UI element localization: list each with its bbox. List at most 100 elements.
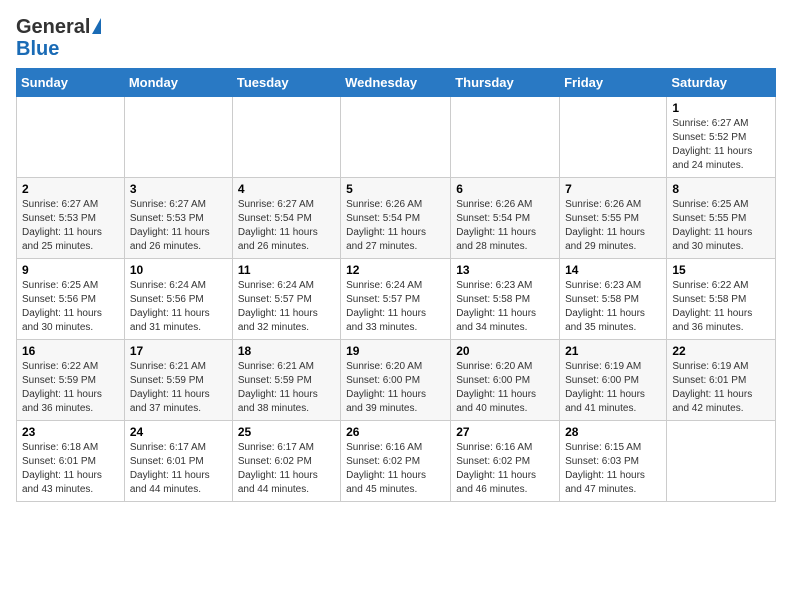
week-row-5: 23 Sunrise: 6:18 AM Sunset: 6:01 PM Dayli… <box>17 421 776 502</box>
day-info: Sunrise: 6:22 AM Sunset: 5:59 PM Dayligh… <box>22 360 119 416</box>
calendar-cell: 14 Sunrise: 6:23 AM Sunset: 5:58 PM Dayli… <box>560 259 667 340</box>
calendar-cell: 3 Sunrise: 6:27 AM Sunset: 5:53 PM Daylig… <box>124 178 232 259</box>
calendar-cell: 22 Sunrise: 6:19 AM Sunset: 6:01 PM Dayli… <box>667 340 776 421</box>
day-number: 5 <box>346 182 445 196</box>
day-number: 1 <box>672 101 770 115</box>
day-number: 28 <box>565 425 661 439</box>
day-info: Sunrise: 6:27 AM Sunset: 5:54 PM Dayligh… <box>238 198 335 254</box>
day-info: Sunrise: 6:21 AM Sunset: 5:59 PM Dayligh… <box>238 360 335 416</box>
calendar-cell: 20 Sunrise: 6:20 AM Sunset: 6:00 PM Dayli… <box>451 340 560 421</box>
calendar-cell: 7 Sunrise: 6:26 AM Sunset: 5:55 PM Daylig… <box>560 178 667 259</box>
day-info: Sunrise: 6:25 AM Sunset: 5:55 PM Dayligh… <box>672 198 770 254</box>
calendar-cell: 17 Sunrise: 6:21 AM Sunset: 5:59 PM Dayli… <box>124 340 232 421</box>
day-number: 14 <box>565 263 661 277</box>
header-monday: Monday <box>124 69 232 97</box>
calendar-cell: 24 Sunrise: 6:17 AM Sunset: 6:01 PM Dayli… <box>124 421 232 502</box>
day-number: 9 <box>22 263 119 277</box>
day-info: Sunrise: 6:20 AM Sunset: 6:00 PM Dayligh… <box>456 360 554 416</box>
calendar-cell: 26 Sunrise: 6:16 AM Sunset: 6:02 PM Dayli… <box>341 421 451 502</box>
calendar-cell: 21 Sunrise: 6:19 AM Sunset: 6:00 PM Dayli… <box>560 340 667 421</box>
calendar-cell: 11 Sunrise: 6:24 AM Sunset: 5:57 PM Dayli… <box>232 259 340 340</box>
day-info: Sunrise: 6:27 AM Sunset: 5:53 PM Dayligh… <box>130 198 227 254</box>
day-info: Sunrise: 6:19 AM Sunset: 6:00 PM Dayligh… <box>565 360 661 416</box>
day-info: Sunrise: 6:26 AM Sunset: 5:54 PM Dayligh… <box>346 198 445 254</box>
header-wednesday: Wednesday <box>341 69 451 97</box>
day-number: 12 <box>346 263 445 277</box>
day-info: Sunrise: 6:25 AM Sunset: 5:56 PM Dayligh… <box>22 279 119 335</box>
week-row-2: 2 Sunrise: 6:27 AM Sunset: 5:53 PM Daylig… <box>17 178 776 259</box>
day-info: Sunrise: 6:23 AM Sunset: 5:58 PM Dayligh… <box>456 279 554 335</box>
calendar-cell: 9 Sunrise: 6:25 AM Sunset: 5:56 PM Daylig… <box>17 259 125 340</box>
day-number: 17 <box>130 344 227 358</box>
calendar-cell <box>17 97 125 178</box>
day-info: Sunrise: 6:16 AM Sunset: 6:02 PM Dayligh… <box>456 441 554 497</box>
calendar-cell: 13 Sunrise: 6:23 AM Sunset: 5:58 PM Dayli… <box>451 259 560 340</box>
day-info: Sunrise: 6:17 AM Sunset: 6:01 PM Dayligh… <box>130 441 227 497</box>
day-number: 19 <box>346 344 445 358</box>
calendar-cell: 18 Sunrise: 6:21 AM Sunset: 5:59 PM Dayli… <box>232 340 340 421</box>
header-tuesday: Tuesday <box>232 69 340 97</box>
header-thursday: Thursday <box>451 69 560 97</box>
calendar-cell <box>451 97 560 178</box>
day-info: Sunrise: 6:24 AM Sunset: 5:57 PM Dayligh… <box>346 279 445 335</box>
day-info: Sunrise: 6:27 AM Sunset: 5:52 PM Dayligh… <box>672 117 770 173</box>
day-number: 24 <box>130 425 227 439</box>
logo-blue: Blue <box>16 38 59 60</box>
calendar-cell: 16 Sunrise: 6:22 AM Sunset: 5:59 PM Dayli… <box>17 340 125 421</box>
day-info: Sunrise: 6:26 AM Sunset: 5:54 PM Dayligh… <box>456 198 554 254</box>
day-number: 7 <box>565 182 661 196</box>
day-info: Sunrise: 6:18 AM Sunset: 6:01 PM Dayligh… <box>22 441 119 497</box>
day-number: 3 <box>130 182 227 196</box>
day-info: Sunrise: 6:23 AM Sunset: 5:58 PM Dayligh… <box>565 279 661 335</box>
calendar-cell <box>667 421 776 502</box>
day-number: 18 <box>238 344 335 358</box>
calendar-cell: 1 Sunrise: 6:27 AM Sunset: 5:52 PM Daylig… <box>667 97 776 178</box>
day-info: Sunrise: 6:26 AM Sunset: 5:55 PM Dayligh… <box>565 198 661 254</box>
day-info: Sunrise: 6:22 AM Sunset: 5:58 PM Dayligh… <box>672 279 770 335</box>
day-number: 16 <box>22 344 119 358</box>
day-number: 25 <box>238 425 335 439</box>
calendar-table: SundayMondayTuesdayWednesdayThursdayFrid… <box>16 68 776 502</box>
calendar-header-row: SundayMondayTuesdayWednesdayThursdayFrid… <box>17 69 776 97</box>
calendar-cell: 27 Sunrise: 6:16 AM Sunset: 6:02 PM Dayli… <box>451 421 560 502</box>
logo: General Blue <box>16 16 101 60</box>
day-number: 10 <box>130 263 227 277</box>
day-number: 6 <box>456 182 554 196</box>
calendar-cell <box>341 97 451 178</box>
day-number: 2 <box>22 182 119 196</box>
day-number: 23 <box>22 425 119 439</box>
day-info: Sunrise: 6:19 AM Sunset: 6:01 PM Dayligh… <box>672 360 770 416</box>
calendar-cell: 19Sunrise: 6:20 AM Sunset: 6:00 PM Dayli… <box>341 340 451 421</box>
week-row-1: 1 Sunrise: 6:27 AM Sunset: 5:52 PM Daylig… <box>17 97 776 178</box>
calendar-cell <box>124 97 232 178</box>
calendar-cell: 12 Sunrise: 6:24 AM Sunset: 5:57 PM Dayli… <box>341 259 451 340</box>
calendar-cell: 6 Sunrise: 6:26 AM Sunset: 5:54 PM Daylig… <box>451 178 560 259</box>
day-info: Sunrise: 6:17 AM Sunset: 6:02 PM Dayligh… <box>238 441 335 497</box>
calendar-cell <box>560 97 667 178</box>
calendar-cell: 10Sunrise: 6:24 AM Sunset: 5:56 PM Dayli… <box>124 259 232 340</box>
header-saturday: Saturday <box>667 69 776 97</box>
calendar-cell: 2 Sunrise: 6:27 AM Sunset: 5:53 PM Daylig… <box>17 178 125 259</box>
calendar-cell: 25 Sunrise: 6:17 AM Sunset: 6:02 PM Dayli… <box>232 421 340 502</box>
header-sunday: Sunday <box>17 69 125 97</box>
header-friday: Friday <box>560 69 667 97</box>
day-number: 20 <box>456 344 554 358</box>
day-number: 8 <box>672 182 770 196</box>
day-number: 26 <box>346 425 445 439</box>
day-number: 21 <box>565 344 661 358</box>
day-number: 13 <box>456 263 554 277</box>
day-number: 27 <box>456 425 554 439</box>
day-number: 11 <box>238 263 335 277</box>
day-number: 15 <box>672 263 770 277</box>
calendar-cell: 4Sunrise: 6:27 AM Sunset: 5:54 PM Daylig… <box>232 178 340 259</box>
day-info: Sunrise: 6:21 AM Sunset: 5:59 PM Dayligh… <box>130 360 227 416</box>
logo-general: General <box>16 16 101 38</box>
day-info: Sunrise: 6:24 AM Sunset: 5:57 PM Dayligh… <box>238 279 335 335</box>
day-number: 22 <box>672 344 770 358</box>
day-info: Sunrise: 6:16 AM Sunset: 6:02 PM Dayligh… <box>346 441 445 497</box>
calendar-cell <box>232 97 340 178</box>
day-info: Sunrise: 6:27 AM Sunset: 5:53 PM Dayligh… <box>22 198 119 254</box>
calendar-cell: 15 Sunrise: 6:22 AM Sunset: 5:58 PM Dayli… <box>667 259 776 340</box>
calendar-cell: 23 Sunrise: 6:18 AM Sunset: 6:01 PM Dayli… <box>17 421 125 502</box>
week-row-4: 16 Sunrise: 6:22 AM Sunset: 5:59 PM Dayli… <box>17 340 776 421</box>
